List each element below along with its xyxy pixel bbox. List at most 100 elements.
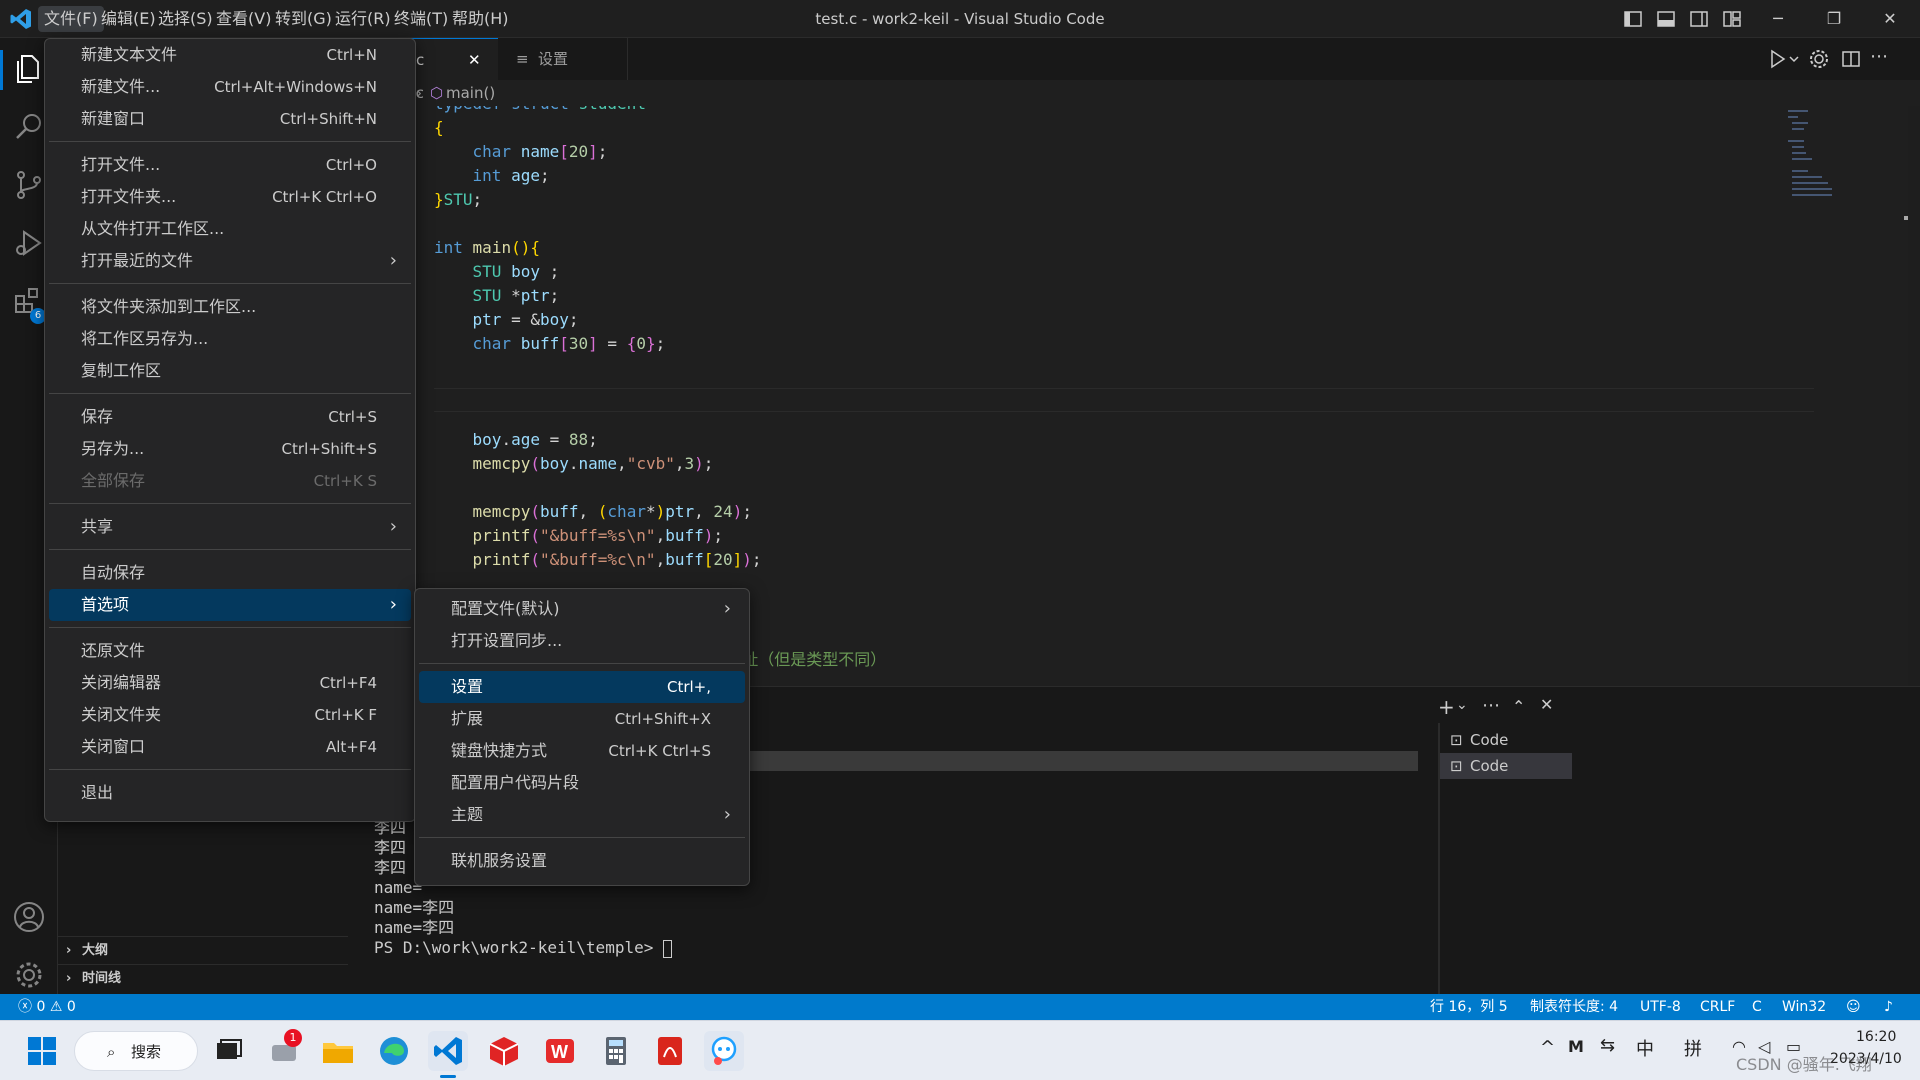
close-panel-icon[interactable]: ✕	[1540, 695, 1553, 714]
more-actions-icon[interactable]: ⋯	[1482, 695, 1500, 716]
menu-item-theme[interactable]: 主题 ›	[419, 799, 745, 831]
menu-item-save[interactable]: 保存 Ctrl+S	[49, 401, 411, 433]
timeline-section[interactable]: › 时间线	[58, 964, 348, 992]
search-icon[interactable]	[12, 110, 46, 144]
menu-item-revert-file[interactable]: 还原文件	[49, 635, 411, 667]
menu-item-save-workspace-as[interactable]: 将工作区另存为...	[49, 323, 411, 355]
error-icon: ⓧ	[18, 999, 32, 1015]
minimize-button[interactable]: ─	[1750, 0, 1806, 38]
source-control-icon[interactable]	[12, 168, 46, 202]
more-actions-icon[interactable]: ⋯	[1870, 46, 1892, 68]
terminal-instance[interactable]: ⊡ Code	[1440, 727, 1572, 753]
menu-terminal[interactable]: 终端(T)	[388, 6, 454, 32]
code-line: int age;	[472, 166, 550, 185]
cursor-position[interactable]: 行 16，列 5	[1430, 994, 1508, 1020]
new-terminal-button[interactable]: +	[1438, 695, 1455, 719]
menu-selection[interactable]: 选择(S)	[152, 6, 219, 32]
encoding[interactable]: UTF-8	[1640, 994, 1681, 1020]
menu-item-settings[interactable]: 设置 Ctrl+,	[419, 671, 745, 703]
menu-item-keyboard-shortcuts[interactable]: 键盘快捷方式 Ctrl+K Ctrl+S	[419, 735, 745, 767]
terminal-prompt[interactable]: PS D:\work\work2-keil\temple>	[374, 938, 672, 958]
customize-layout-icon[interactable]	[1721, 8, 1743, 30]
menu-item-auto-save[interactable]: 自动保存	[49, 557, 411, 589]
platform[interactable]: Win32	[1782, 994, 1826, 1020]
menu-help[interactable]: 帮助(H)	[446, 6, 515, 32]
feedback-icon[interactable]: ☺	[1846, 994, 1861, 1020]
problems-indicator[interactable]: ⓧ 0 ⚠ 0	[18, 994, 76, 1020]
task-view-icon[interactable]	[208, 1031, 248, 1071]
outline-section[interactable]: › 大纲	[58, 936, 348, 964]
calculator-icon[interactable]	[596, 1031, 636, 1071]
menu-item-add-folder-to-workspace[interactable]: 将文件夹添加到工作区...	[49, 291, 411, 323]
toggle-primary-sidebar-icon[interactable]	[1622, 8, 1644, 30]
windows-start-icon[interactable]	[22, 1031, 62, 1071]
menu-item-new-window[interactable]: 新建窗口 Ctrl+Shift+N	[49, 103, 411, 135]
tray-app-icon[interactable]: Ⅿ	[1568, 1037, 1584, 1056]
vscode-taskbar-icon[interactable]	[428, 1031, 468, 1071]
menu-goto[interactable]: 转到(G)	[269, 6, 338, 32]
tab-size[interactable]: 制表符长度: 4	[1530, 994, 1618, 1020]
menu-item-open-folder[interactable]: 打开文件夹... Ctrl+K Ctrl+O	[49, 181, 411, 213]
menu-item-exit[interactable]: 退出	[49, 777, 411, 809]
toggle-panel-icon[interactable]	[1655, 8, 1677, 30]
package-app-icon[interactable]	[484, 1031, 524, 1071]
chevron-down-icon[interactable]: ⌄	[1456, 697, 1468, 713]
toggle-secondary-sidebar-icon[interactable]	[1688, 8, 1710, 30]
account-icon[interactable]	[12, 900, 46, 934]
menu-view[interactable]: 查看(V)	[210, 6, 277, 32]
minimap[interactable]	[1788, 106, 1908, 226]
split-editor-icon[interactable]	[1840, 48, 1862, 70]
menu-run[interactable]: 运行(R)	[329, 6, 397, 32]
gear-icon[interactable]	[12, 958, 46, 992]
clock-time[interactable]: 16:20	[1856, 1029, 1896, 1045]
ime-language[interactable]: 中	[1636, 1035, 1654, 1061]
outline-label: 大纲	[82, 943, 109, 958]
run-debug-icon[interactable]	[12, 226, 46, 260]
terminal-instance-label: Code	[1470, 731, 1509, 749]
network-transfer-icon[interactable]: ⇆	[1600, 1035, 1615, 1056]
tab-settings[interactable]: ≡ 设置	[498, 38, 628, 80]
explorer-icon[interactable]	[12, 52, 46, 86]
file-explorer-icon[interactable]	[318, 1031, 358, 1071]
menu-item-duplicate-workspace[interactable]: 复制工作区	[49, 355, 411, 387]
menu-item-shortcut: Ctrl+K F	[314, 706, 378, 724]
maximize-button[interactable]: ❐	[1806, 0, 1862, 38]
close-window-button[interactable]: ✕	[1862, 0, 1918, 38]
terminal-instance-label: Code	[1470, 757, 1509, 775]
maximize-panel-icon[interactable]: ⌃	[1512, 697, 1525, 716]
menu-item-new-text-file[interactable]: 新建文本文件 Ctrl+N	[49, 39, 411, 71]
menu-item-online-services[interactable]: 联机服务设置	[419, 845, 745, 877]
taskbar-search[interactable]: ⌕ 搜索	[74, 1031, 198, 1071]
pdf-reader-icon[interactable]	[650, 1031, 690, 1071]
chat-app-icon[interactable]	[704, 1031, 744, 1071]
terminal-instance[interactable]: ⊡ Code	[1440, 753, 1572, 779]
menu-item-new-file[interactable]: 新建文件... Ctrl+Alt+Windows+N	[49, 71, 411, 103]
gear-icon[interactable]	[1808, 48, 1830, 70]
line-ending[interactable]: CRLF	[1700, 994, 1735, 1020]
close-icon[interactable]: ✕	[468, 39, 481, 81]
menu-item-profile[interactable]: 配置文件(默认) ›	[419, 593, 745, 625]
menu-item-close-editor[interactable]: 关闭编辑器 Ctrl+F4	[49, 667, 411, 699]
menu-item-close-folder[interactable]: 关闭文件夹 Ctrl+K F	[49, 699, 411, 731]
menu-item-open-recent[interactable]: 打开最近的文件 ›	[49, 245, 411, 277]
bell-icon[interactable]: ♪	[1884, 994, 1893, 1020]
run-code-icon[interactable]	[1766, 48, 1802, 70]
menu-separator	[49, 549, 411, 550]
menu-item-extensions[interactable]: 扩展 Ctrl+Shift+X	[419, 703, 745, 735]
menu-item-close-window[interactable]: 关闭窗口 Alt+F4	[49, 731, 411, 763]
menu-item-open-workspace[interactable]: 从文件打开工作区...	[49, 213, 411, 245]
menu-item-user-snippets[interactable]: 配置用户代码片段	[419, 767, 745, 799]
menu-file[interactable]: 文件(F)	[38, 6, 104, 32]
language-mode[interactable]: C	[1752, 994, 1762, 1020]
breadcrumb-symbol[interactable]: main()	[446, 80, 495, 106]
menu-item-save-as[interactable]: 另存为... Ctrl+Shift+S	[49, 433, 411, 465]
menu-item-open-file[interactable]: 打开文件... Ctrl+O	[49, 149, 411, 181]
menu-item-preferences[interactable]: 首选项 ›	[49, 589, 411, 621]
edge-browser-icon[interactable]	[374, 1031, 414, 1071]
wps-office-icon[interactable]: W	[540, 1031, 580, 1071]
chevron-up-icon[interactable]: ^	[1540, 1037, 1555, 1058]
menu-item-share[interactable]: 共享 ›	[49, 511, 411, 543]
ime-mode[interactable]: 拼	[1684, 1035, 1702, 1061]
menu-item-settings-sync[interactable]: 打开设置同步...	[419, 625, 745, 657]
scrollbar-thumb[interactable]	[1904, 216, 1908, 220]
